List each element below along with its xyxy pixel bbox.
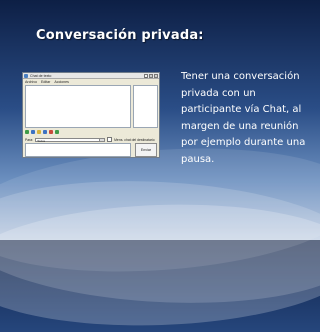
- chat-app-icon: [24, 73, 28, 78]
- participant-list[interactable]: [133, 85, 158, 128]
- menu-archivo[interactable]: Archivo: [25, 80, 37, 84]
- window-title: Chat de texto: [30, 73, 52, 78]
- to-label: Para:: [25, 137, 34, 142]
- close-icon[interactable]: ×: [154, 73, 158, 78]
- chevron-down-icon[interactable]: [99, 138, 105, 141]
- menu-acciones[interactable]: Acciones: [54, 80, 69, 84]
- menu-bar: Archivo Editar Acciones: [23, 79, 159, 84]
- color-icon[interactable]: [49, 130, 53, 134]
- send-file-icon[interactable]: [25, 130, 29, 134]
- bold-icon[interactable]: [43, 130, 47, 134]
- font-icon[interactable]: [31, 130, 35, 134]
- private-checkbox[interactable]: [107, 137, 113, 142]
- private-option-label: Mens. chat del destinatario: [114, 137, 155, 142]
- slide-title: Conversación privada:: [36, 28, 204, 43]
- send-button[interactable]: Enviar: [135, 143, 157, 157]
- recipient-value: Todos: [37, 138, 46, 143]
- chat-window: Chat de texto _ □ × Archivo Editar Accio…: [22, 72, 160, 158]
- emoticon-icon[interactable]: [37, 130, 41, 134]
- background-wave: [0, 198, 320, 332]
- chat-transcript[interactable]: [25, 85, 131, 128]
- message-input[interactable]: [25, 143, 131, 157]
- recipient-select[interactable]: Todos: [35, 137, 106, 143]
- menu-editar[interactable]: Editar: [41, 80, 50, 84]
- save-icon[interactable]: [55, 130, 59, 134]
- minimize-icon[interactable]: _: [144, 73, 148, 78]
- maximize-icon[interactable]: □: [149, 73, 153, 78]
- format-toolbar: [25, 130, 59, 135]
- slide-body-text: Tener una conversación privada con un pa…: [181, 71, 306, 165]
- recipient-row: Para: Todos Mens. chat del destinatario: [25, 137, 155, 143]
